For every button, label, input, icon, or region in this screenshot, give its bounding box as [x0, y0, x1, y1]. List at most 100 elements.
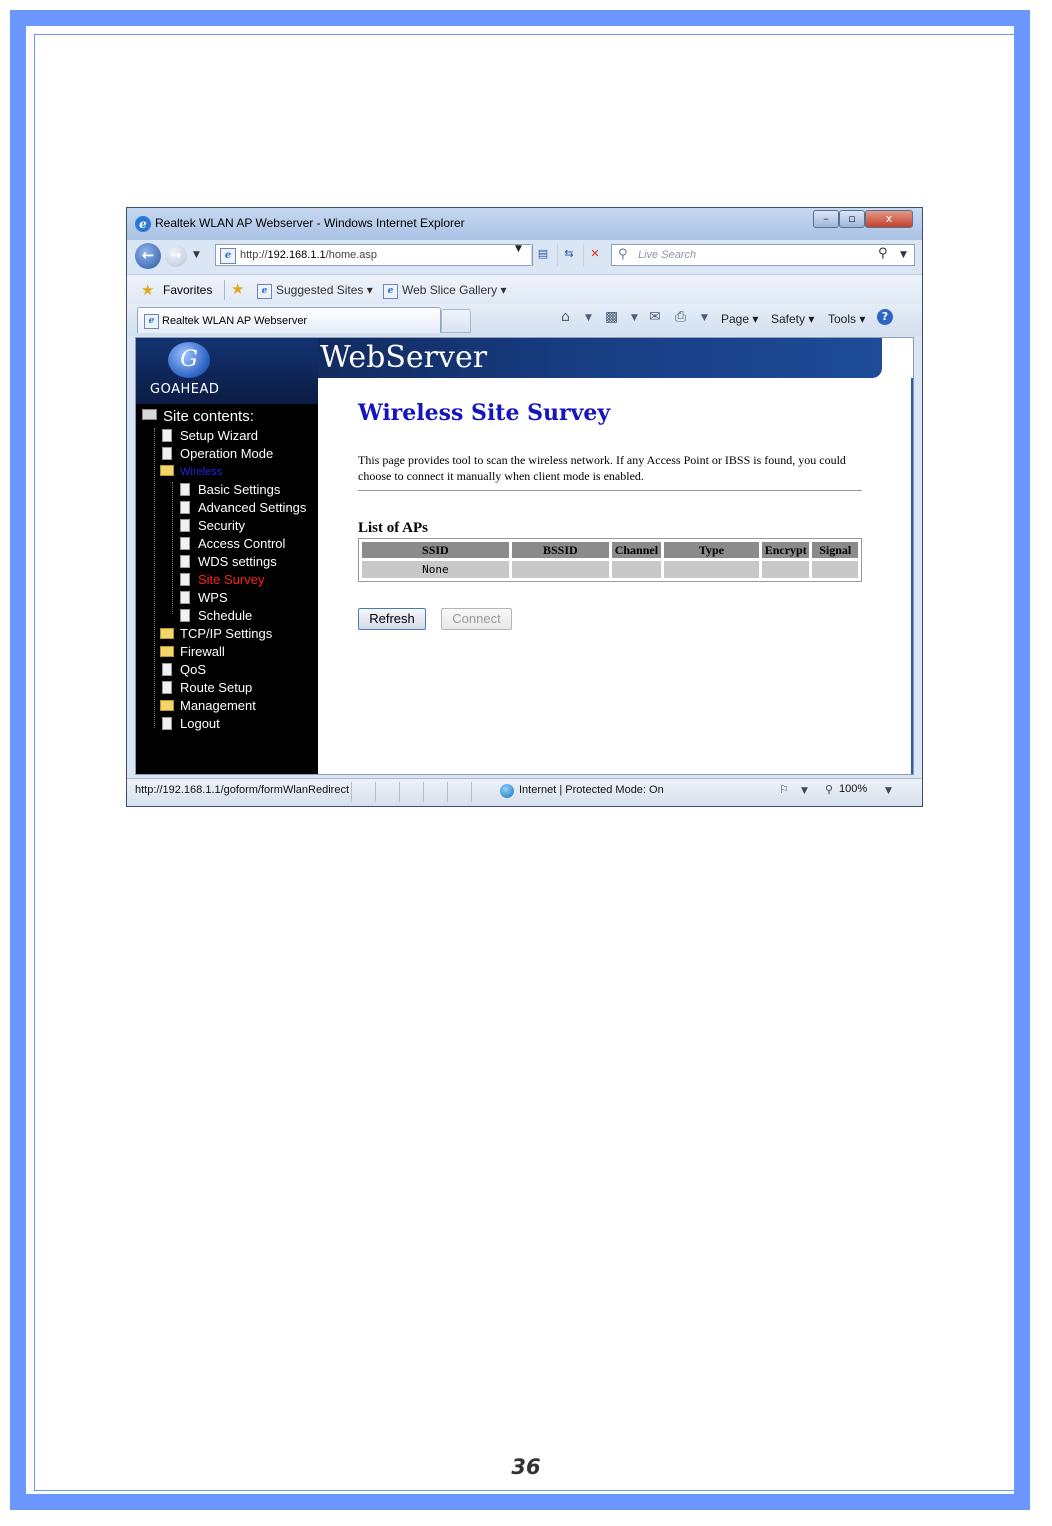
status-separator — [447, 782, 448, 802]
zoom-level[interactable]: 100% — [839, 783, 867, 795]
refresh-icon[interactable]: ⇆ — [557, 244, 580, 266]
help-icon[interactable]: ? — [877, 309, 893, 325]
page-description: This page provides tool to scan the wire… — [358, 453, 846, 483]
sidebar-item-access-control[interactable]: Access Control — [180, 536, 285, 552]
sidebar-item-wps[interactable]: WPS — [180, 590, 228, 606]
forward-button[interactable]: → — [165, 245, 187, 267]
cell-type — [663, 561, 759, 578]
protected-mode-icon[interactable]: ⚐ — [779, 783, 789, 796]
cell-bssid — [511, 561, 609, 578]
document-icon — [162, 681, 172, 694]
goahead-logo-text: GOAHEAD — [150, 382, 220, 397]
table-header-row: SSID BSSID Channel Type Encrypt Signal — [362, 542, 858, 558]
sidebar-item-wireless[interactable]: Wireless — [160, 464, 222, 480]
sidebar: Site contents: Setup Wizard Operation Mo… — [136, 404, 318, 774]
mail-icon[interactable]: ✉ — [649, 309, 661, 325]
cell-channel — [611, 561, 661, 578]
scrollbar[interactable] — [911, 378, 913, 774]
home-icon[interactable]: ⌂ — [561, 309, 570, 325]
sidebar-item-route-setup[interactable]: Route Setup — [162, 680, 252, 696]
sidebar-item-tcpip-settings[interactable]: TCP/IP Settings — [160, 626, 272, 642]
sidebar-item-basic-settings[interactable]: Basic Settings — [180, 482, 280, 498]
internet-globe-icon — [500, 784, 514, 798]
add-favorite-icon[interactable]: ★ — [231, 280, 244, 298]
refresh-button[interactable]: Refresh — [358, 608, 426, 630]
page-title: Wireless Site Survey — [358, 400, 611, 426]
ap-table: SSID BSSID Channel Type Encrypt Signal N… — [358, 538, 862, 582]
favorites-button[interactable]: Favorites — [163, 283, 212, 297]
status-url: http://192.168.1.1/goform/formWlanRedire… — [135, 784, 349, 796]
cell-ssid: None — [362, 561, 509, 578]
zoom-dropdown-icon[interactable]: ▼ — [885, 786, 892, 796]
title-bar: e Realtek WLAN AP Webserver - Windows In… — [127, 208, 922, 240]
page-icon: e — [220, 248, 236, 264]
minimize-button[interactable]: – — [813, 210, 839, 228]
ie-logo-icon: e — [135, 216, 151, 232]
document-icon — [180, 609, 190, 622]
sidebar-item-firewall[interactable]: Firewall — [160, 644, 225, 660]
sidebar-item-advanced-settings[interactable]: Advanced Settings — [180, 500, 306, 516]
list-of-aps-title: List of APs — [358, 520, 429, 536]
new-tab-button[interactable] — [441, 309, 471, 333]
folder-icon — [160, 646, 174, 657]
compatibility-view-icon[interactable]: ▤ — [531, 244, 554, 266]
maximize-button[interactable]: ▫ — [839, 210, 865, 228]
document-icon — [180, 555, 190, 568]
search-placeholder: Live Search — [638, 249, 697, 261]
search-icon[interactable]: ⚲ — [878, 246, 888, 261]
address-dropdown-icon[interactable]: ▼ — [515, 244, 522, 254]
document-icon — [180, 537, 190, 550]
live-search-icon: ⚲ — [618, 247, 628, 262]
print-icon[interactable]: ⎙ — [675, 309, 686, 325]
address-input[interactable]: e http://192.168.1.1/home.asp — [215, 244, 533, 266]
tools-menu[interactable]: Tools ▾ — [828, 312, 865, 326]
favorites-separator — [224, 280, 225, 300]
feeds-dropdown-icon[interactable]: ▼ — [631, 313, 638, 323]
security-zone[interactable]: Internet | Protected Mode: On — [519, 784, 664, 796]
web-slice-gallery-link[interactable]: Web Slice Gallery ▾ — [402, 283, 507, 297]
favorites-star-icon: ★ — [141, 281, 155, 299]
document-icon — [180, 483, 190, 496]
divider — [358, 490, 862, 491]
history-dropdown-icon[interactable]: ▼ — [193, 250, 200, 260]
cell-signal — [812, 561, 858, 578]
home-dropdown-icon[interactable]: ▼ — [585, 313, 592, 323]
column-header-bssid: BSSID — [511, 542, 609, 558]
zoom-icon[interactable]: ⚲ — [825, 783, 833, 796]
document-icon — [180, 573, 190, 586]
back-button[interactable]: ← — [135, 243, 161, 269]
browser-window: e Realtek WLAN AP Webserver - Windows In… — [126, 207, 923, 807]
web-content: WebServer G GOAHEAD Site contents: Setup… — [135, 337, 914, 775]
site-contents-heading: Site contents: — [142, 408, 254, 425]
status-dropdown-icon[interactable]: ▼ — [801, 786, 808, 796]
sidebar-item-operation-mode[interactable]: Operation Mode — [162, 446, 273, 462]
document-icon — [180, 519, 190, 532]
web-slice-icon: e — [383, 284, 398, 299]
print-dropdown-icon[interactable]: ▼ — [701, 313, 708, 323]
sidebar-item-logout[interactable]: Logout — [162, 716, 220, 732]
sidebar-item-qos[interactable]: QoS — [162, 662, 206, 678]
search-input[interactable]: ⚲ Live Search ⚲ ▼ — [611, 244, 915, 266]
connect-button: Connect — [441, 608, 512, 630]
page-number: 36 — [511, 1455, 541, 1479]
close-button[interactable]: x — [865, 210, 913, 228]
tree-line-sub — [172, 482, 173, 614]
folder-icon — [160, 628, 174, 639]
address-url[interactable]: http://192.168.1.1/home.asp — [240, 249, 377, 261]
tab-realtek[interactable]: e Realtek WLAN AP Webserver — [137, 307, 441, 333]
sidebar-item-management[interactable]: Management — [160, 698, 256, 714]
sidebar-item-security[interactable]: Security — [180, 518, 245, 534]
goahead-logo-icon: G — [168, 342, 210, 378]
column-header-channel: Channel — [611, 542, 661, 558]
sidebar-item-schedule[interactable]: Schedule — [180, 608, 252, 624]
safety-menu[interactable]: Safety ▾ — [771, 312, 814, 326]
stop-icon[interactable]: ✕ — [583, 244, 606, 266]
page-menu[interactable]: Page ▾ — [721, 312, 758, 326]
sidebar-item-setup-wizard[interactable]: Setup Wizard — [162, 428, 258, 444]
feeds-icon[interactable]: ▩ — [605, 309, 618, 325]
sidebar-item-site-survey[interactable]: Site Survey — [180, 572, 264, 588]
banner-title: WebServer — [320, 340, 488, 375]
search-dropdown-icon[interactable]: ▼ — [900, 250, 907, 260]
sidebar-item-wds-settings[interactable]: WDS settings — [180, 554, 277, 570]
suggested-sites-link[interactable]: Suggested Sites ▾ — [276, 283, 373, 297]
